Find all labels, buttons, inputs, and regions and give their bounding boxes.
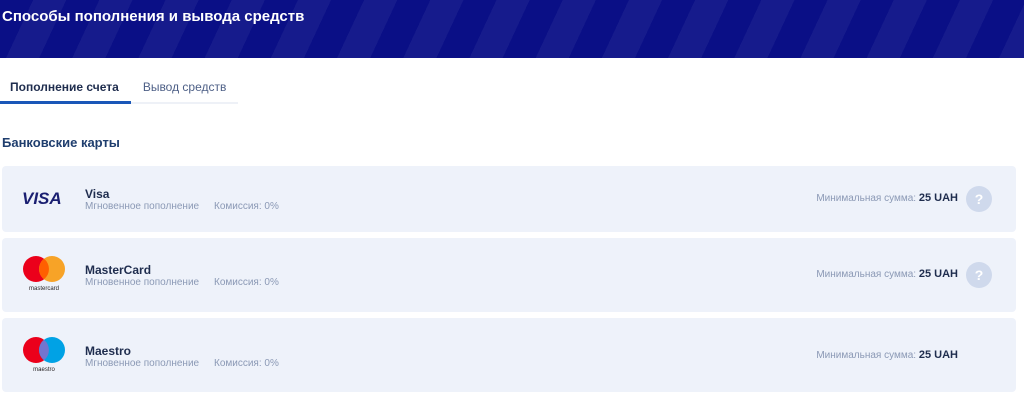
maestro-logo-icon: maestro: [20, 318, 70, 384]
mastercard-logo-text: mastercard: [29, 286, 59, 292]
method-name: MasterCard: [85, 263, 152, 277]
visa-logo-icon: VISA: [20, 166, 70, 232]
min-amount-value: 25 UAH: [918, 268, 958, 280]
method-commission: Комиссия: 0%: [214, 277, 279, 288]
tab-withdraw[interactable]: Вывод средств: [131, 74, 239, 104]
method-subtitle: Мгновенное пополнение: [85, 358, 200, 369]
section-title-bank-cards: Банковские карты: [2, 135, 120, 150]
method-commission: Комиссия: 0%: [214, 358, 279, 369]
min-amount-label: Минимальная сумма:: [816, 350, 917, 361]
help-button[interactable]: ?: [966, 262, 992, 288]
min-amount: Минимальная сумма: 25 UAH: [816, 192, 958, 204]
tab-deposit[interactable]: Пополнение счета: [0, 74, 131, 104]
method-subtitle: Мгновенное пополнение: [85, 277, 200, 288]
page-header: Способы пополнения и вывода средств: [0, 0, 1024, 58]
method-subtitle: Мгновенное пополнение: [85, 201, 200, 212]
min-amount-label: Минимальная сумма:: [816, 193, 917, 204]
visa-logo-text: VISA: [22, 189, 62, 208]
page-title: Способы пополнения и вывода средств: [2, 8, 305, 25]
payment-method-visa[interactable]: VISA Visa Мгновенное пополнение Комиссия…: [2, 166, 1016, 232]
help-button[interactable]: ?: [966, 186, 992, 212]
min-amount-value: 25 UAH: [918, 349, 958, 361]
min-amount: Минимальная сумма: 25 UAH: [816, 268, 958, 280]
payment-method-maestro[interactable]: maestro Maestro Мгновенное пополнение Ко…: [2, 318, 1016, 392]
min-amount-label: Минимальная сумма:: [816, 269, 917, 280]
mastercard-logo-icon: mastercard: [20, 238, 70, 304]
min-amount: Минимальная сумма: 25 UAH: [816, 349, 958, 361]
tab-bar: Пополнение счета Вывод средств: [0, 74, 239, 104]
method-name: Maestro: [85, 344, 132, 358]
method-commission: Комиссия: 0%: [214, 201, 279, 212]
method-name: Visa: [85, 187, 110, 201]
maestro-logo-text: maestro: [33, 367, 55, 373]
payment-method-mastercard[interactable]: mastercard MasterCard Мгновенное пополне…: [2, 238, 1016, 312]
min-amount-value: 25 UAH: [918, 192, 958, 204]
